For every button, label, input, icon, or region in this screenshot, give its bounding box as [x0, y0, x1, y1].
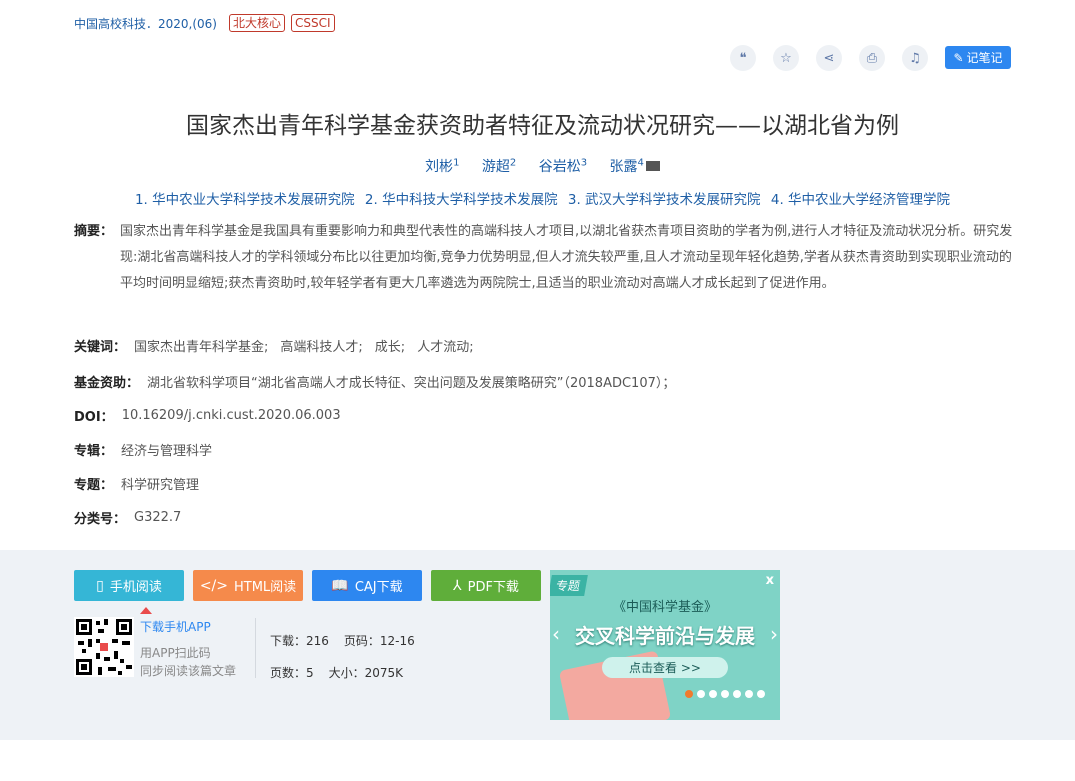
mobile-read-label: 手机阅读: [109, 580, 162, 595]
fund-link[interactable]: 湖北省软科学项目“湖北省高端人才成长特征、突出问题及发展策略研究”（2018AD…: [147, 372, 675, 391]
series-value: 经济与管理科学: [121, 444, 213, 459]
download-app-link[interactable]: 下载手机APP: [140, 618, 236, 636]
chevron-left-icon[interactable]: ‹: [552, 622, 560, 646]
author-link[interactable]: 谷岩松3: [539, 157, 587, 175]
html-read-label: HTML阅读: [234, 580, 297, 595]
author-link[interactable]: 张露4: [610, 157, 660, 175]
keywords-row: 关键词： 国家杰出青年科学基金; 高端科技人才; 成长; 人才流动;: [74, 336, 486, 355]
article-stats: 下载：216 页码：12-16 页数：5 大小：2075K: [270, 625, 430, 689]
mail-icon[interactable]: [645, 161, 660, 171]
journal-link[interactable]: 中国高校科技．2020,(06): [74, 15, 217, 32]
caj-download-label: CAJ下载: [354, 580, 403, 595]
app-sync-text: 同步阅读该篇文章: [140, 664, 237, 678]
org-link[interactable]: 2. 华中科技大学科学技术发展院: [365, 192, 558, 208]
carousel-dot[interactable]: [697, 690, 705, 698]
organization-list: 1. 华中农业大学科学技术发展研究院 2. 华中科技大学科学技术发展院 3. 武…: [0, 188, 1075, 208]
star-icon[interactable]: ☆: [773, 45, 799, 71]
fund-label: 基金资助：: [74, 376, 140, 391]
classno-value: G322.7: [134, 510, 182, 525]
carousel-dots: [685, 690, 769, 698]
carousel-dot[interactable]: [709, 690, 717, 698]
org-link[interactable]: 3. 武汉大学科学技术发展研究院: [568, 192, 761, 208]
keyword-link[interactable]: 成长;: [375, 336, 405, 355]
carousel-dot[interactable]: [685, 690, 693, 698]
print-icon[interactable]: ⎙: [859, 45, 885, 71]
pencil-icon: ✎: [953, 50, 964, 65]
carousel-dot[interactable]: [733, 690, 741, 698]
author-list: 刘彬1 游超2 谷岩松3 张露4: [0, 156, 1075, 176]
note-button[interactable]: ✎ 记笔记: [945, 46, 1011, 69]
toolbar: ❝ ☆ ⋖ ⎙ ♫: [730, 45, 945, 71]
core-badge: 北大核心: [229, 14, 286, 32]
pointer-arrow-icon: [140, 607, 152, 614]
mobile-read-button[interactable]: ▯ 手机阅读: [74, 570, 184, 601]
pdf-download-label: PDF下载: [467, 580, 519, 595]
author-link[interactable]: 刘彬1: [425, 157, 459, 175]
abstract-text: 国家杰出青年科学基金是我国具有重要影响力和典型代表性的高端科技人才项目,以湖北省…: [120, 224, 1013, 291]
qr-code: [74, 617, 134, 677]
chevron-right-icon[interactable]: ›: [770, 622, 778, 646]
app-info: 下载手机APP 用APP扫此码 同步阅读该篇文章: [140, 618, 236, 680]
subject-value: 科学研究管理: [121, 478, 200, 493]
phone-icon: ▯: [96, 577, 104, 594]
keyword-link[interactable]: 人才流动;: [417, 336, 473, 355]
app-scan-text: 用APP扫此码: [140, 646, 211, 660]
keywords-label: 关键词：: [74, 340, 127, 355]
keyword-link[interactable]: 国家杰出青年科学基金;: [134, 336, 268, 355]
code-icon: </>: [199, 577, 228, 594]
series-row: 专辑： 经济与管理科学: [74, 440, 212, 459]
topic-tag: 专题: [550, 575, 588, 596]
doi-label: DOI：: [74, 410, 114, 425]
classno-row: 分类号： G322.7: [74, 508, 181, 527]
page-count: 页数：5: [270, 666, 314, 680]
download-count: 下载：216: [270, 634, 329, 648]
subject-row: 专题： 科学研究管理: [74, 474, 199, 493]
journal-source: 中国高校科技．2020,(06) 北大核心 CSSCI: [74, 14, 335, 32]
series-label: 专辑：: [74, 444, 114, 459]
pdf-icon: ⅄: [453, 577, 462, 594]
author-link[interactable]: 游超2: [482, 157, 516, 175]
org-link[interactable]: 4. 华中农业大学经济管理学院: [771, 192, 950, 208]
subject-label: 专题：: [74, 478, 114, 493]
carousel-dot[interactable]: [745, 690, 753, 698]
note-label: 记笔记: [966, 51, 1003, 65]
cssci-badge: CSSCI: [291, 14, 335, 32]
abstract-label: 摘要：: [74, 224, 114, 239]
view-more-button[interactable]: 点击查看 >>: [602, 657, 728, 678]
quote-icon[interactable]: ❝: [730, 45, 756, 71]
download-panel: ▯ 手机阅读 </> HTML阅读 📖 CAJ下载 ⅄ PDF下载 下载手机AP…: [0, 550, 1075, 740]
doi-value: 10.16209/j.cnki.cust.2020.06.003: [121, 408, 341, 423]
doi-row: DOI： 10.16209/j.cnki.cust.2020.06.003: [74, 406, 341, 425]
file-size: 大小：2075K: [328, 666, 404, 680]
pdf-download-button[interactable]: ⅄ PDF下载: [431, 570, 541, 601]
bell-icon[interactable]: ♫: [902, 45, 928, 71]
promo-banner[interactable]: 专题 x 《中国科学基金》 交叉科学前沿与发展 ‹ › 点击查看 >>: [550, 570, 780, 720]
caj-download-button[interactable]: 📖 CAJ下载: [312, 570, 422, 601]
keyword-link[interactable]: 高端科技人才;: [280, 336, 362, 355]
article-title: 国家杰出青年科学基金获资助者特征及流动状况研究——以湖北省为例: [186, 113, 899, 139]
close-icon[interactable]: x: [766, 573, 774, 588]
html-read-button[interactable]: </> HTML阅读: [193, 570, 303, 601]
carousel-dot[interactable]: [757, 690, 765, 698]
classno-label: 分类号：: [74, 512, 127, 527]
banner-title: 交叉科学前沿与发展: [575, 624, 755, 648]
abstract: 摘要： 国家杰出青年科学基金是我国具有重要影响力和典型代表性的高端科技人才项目,…: [74, 219, 1014, 297]
carousel-dot[interactable]: [721, 690, 729, 698]
book-icon: 📖: [331, 577, 349, 594]
share-icon[interactable]: ⋖: [816, 45, 842, 71]
page-range: 页码：12-16: [343, 634, 415, 648]
org-link[interactable]: 1. 华中农业大学科学技术发展研究院: [135, 192, 355, 208]
fund-row: 基金资助： 湖北省软科学项目“湖北省高端人才成长特征、突出问题及发展策略研究”（…: [74, 372, 675, 391]
banner-subtitle: 《中国科学基金》: [612, 600, 717, 615]
divider: [255, 618, 256, 678]
